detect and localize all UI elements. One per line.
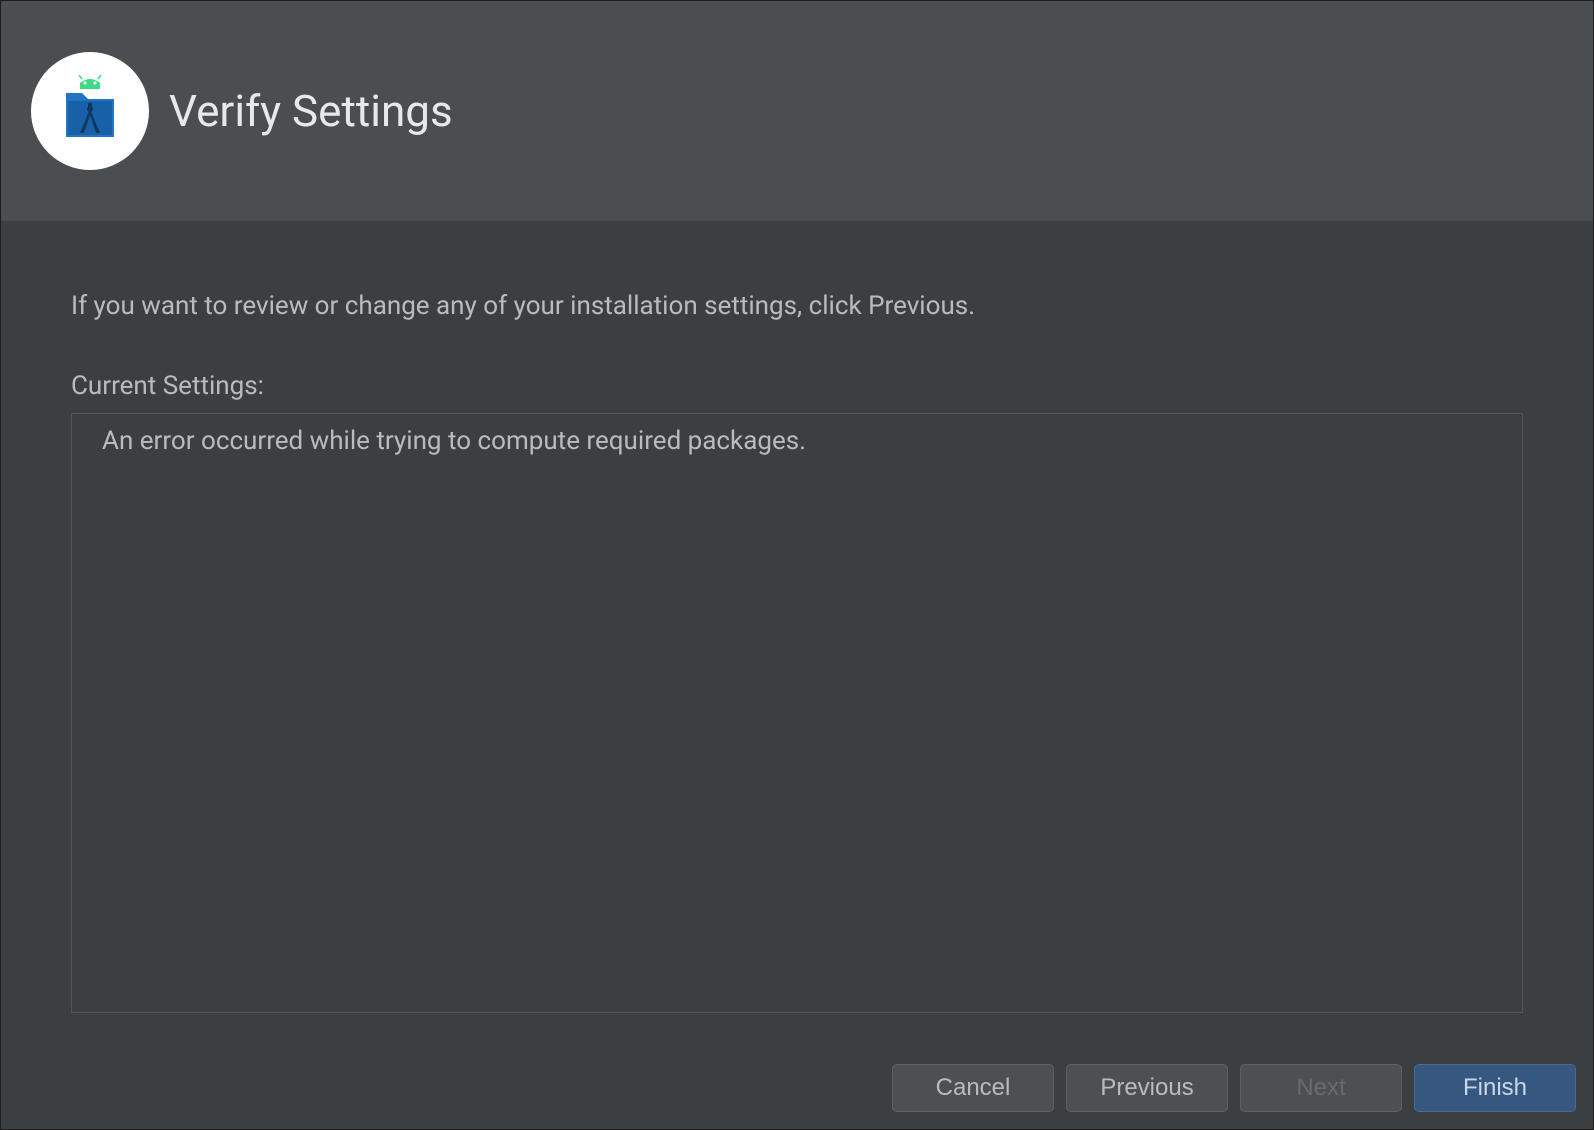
wizard-header: Verify Settings	[1, 1, 1593, 221]
next-button: Next	[1240, 1064, 1402, 1112]
wizard-button-bar: Cancel Previous Next Finish	[892, 1064, 1576, 1112]
current-settings-label: Current Settings:	[71, 371, 1523, 401]
wizard-content: If you want to review or change any of y…	[1, 221, 1593, 1013]
error-message: An error occurred while trying to comput…	[102, 426, 1492, 456]
settings-display-box: An error occurred while trying to comput…	[71, 413, 1523, 1013]
page-title: Verify Settings	[169, 85, 453, 137]
instruction-text: If you want to review or change any of y…	[71, 291, 1523, 321]
previous-button[interactable]: Previous	[1066, 1064, 1228, 1112]
finish-button[interactable]: Finish	[1414, 1064, 1576, 1112]
android-studio-logo	[31, 52, 149, 170]
android-studio-icon	[54, 75, 126, 147]
cancel-button[interactable]: Cancel	[892, 1064, 1054, 1112]
